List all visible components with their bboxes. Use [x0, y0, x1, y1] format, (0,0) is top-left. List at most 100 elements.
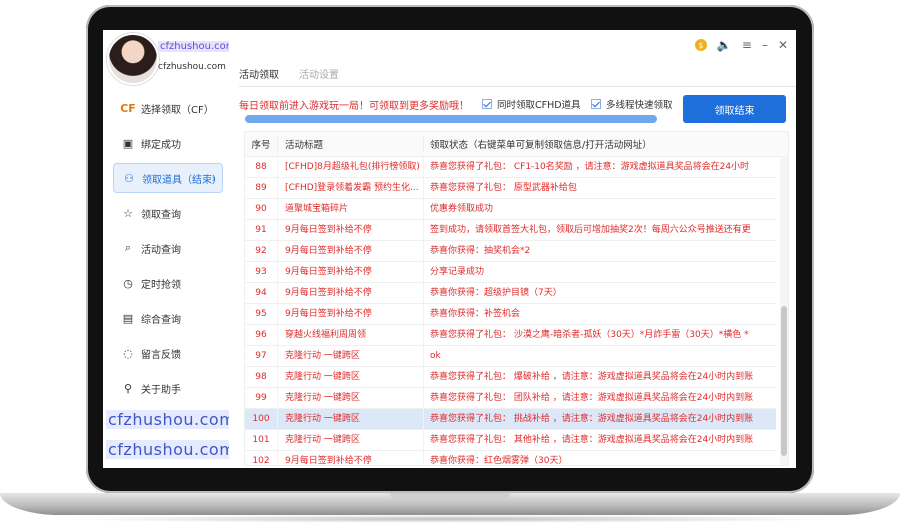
activity-query-icon: ⌕ — [124, 241, 132, 254]
table-scrollbar[interactable] — [780, 156, 788, 465]
row-status: 分享记录成功 — [423, 262, 776, 282]
sidebar-item-overall-query[interactable]: ▤ 综合查询 — [113, 303, 223, 333]
chevron-right-icon: › — [211, 171, 216, 185]
site-sub-label: cfzhushou.com — [158, 62, 226, 72]
sidebar-item-activity-query[interactable]: ⌕ 活动查询 — [113, 233, 223, 263]
volume-icon[interactable]: 🔈 — [717, 38, 732, 52]
table-row[interactable]: 98 克隆行动 一键跨区 恭喜您获得了礼包： 爆破补给 ，请注意：游戏虚拟道具奖品将… — [245, 367, 776, 388]
row-title: [CFHD]登录领着发霸 预约生化... — [277, 178, 423, 198]
checkbox-checked-icon[interactable] — [591, 99, 601, 109]
header-index[interactable]: 序号 — [245, 137, 277, 151]
site-link-sub[interactable]: cfzhushou.com⚙ — [158, 62, 236, 72]
header-title[interactable]: 活动标题 — [277, 137, 423, 151]
row-status: 恭喜你获得：补签机会 — [423, 304, 776, 324]
row-status: 恭喜您获得了礼包： 团队补给 ，请注意：游戏虚拟道具奖品将会在24小时内到账 — [423, 388, 776, 408]
menu-icon[interactable]: ≡ — [742, 38, 752, 52]
table-row[interactable]: 92 9月每日签到补给不停 恭喜你获得：抽奖机会*2 — [245, 241, 776, 262]
row-status: 恭喜您获得了礼包： 原型武器补给包 — [423, 178, 776, 198]
table-row[interactable]: 94 9月每日签到补给不停 恭喜你获得：超级护目镜（7天） — [245, 283, 776, 304]
row-status: 优惠券领取成功 — [423, 199, 776, 219]
progress-fill — [245, 115, 657, 123]
table-row[interactable]: 100 克隆行动 一键跨区 恭喜您获得了礼包： 挑战补给 ，请注意：游戏虚拟道具奖品… — [245, 409, 776, 430]
table-row[interactable]: 101 克隆行动 一键跨区 恭喜您获得了礼包： 其他补给 ，请注意：游戏虚拟道具奖品… — [245, 430, 776, 451]
checkbox-checked-icon[interactable] — [482, 99, 492, 109]
sidebar-item-label: 领取道具（结束） — [142, 174, 222, 186]
sidebar-item-label: 选择领取（CF） — [141, 104, 214, 116]
claim-end-button[interactable]: 领取结束 — [683, 95, 786, 123]
close-icon[interactable]: ✕ — [778, 38, 788, 52]
table-row[interactable]: 95 9月每日签到补给不停 恭喜你获得：补签机会 — [245, 304, 776, 325]
sidebar-item-bind[interactable]: ▣ 绑定成功 — [113, 128, 223, 158]
checkbox-label: 多线程快速领取 — [606, 100, 673, 111]
sidebar-item-feedback[interactable]: ◌ 留言反馈 — [113, 338, 223, 368]
sidebar-item-label: 关于助手 — [141, 384, 181, 396]
watermark: cfzhushou.com — [106, 440, 238, 459]
table-row[interactable]: 93 9月每日签到补给不停 分享记录成功 — [245, 262, 776, 283]
row-title: 9月每日签到补给不停 — [277, 451, 423, 465]
row-title: 9月每日签到补给不停 — [277, 262, 423, 282]
sidebar-item-select-cf[interactable]: CF 选择领取（CF） — [113, 93, 223, 123]
table-row[interactable]: 97 克隆行动 一键跨区 ok — [245, 346, 776, 367]
chat-icon: ◌ — [123, 346, 133, 360]
row-index: 95 — [255, 309, 267, 319]
table-header-wrap: 序号 活动标题 领取状态（右键菜单可复制领取信息/打开活动网址） — [245, 132, 788, 157]
tab-activity-settings[interactable]: 活动设置 — [299, 66, 339, 85]
table-row[interactable]: 102 9月每日签到补给不停 恭喜你获得：红色烟雾弹（30天） — [245, 451, 776, 466]
row-status: 恭喜你获得：超级护目镜（7天） — [423, 283, 776, 303]
site-link-main[interactable]: cfzhushou.com — [158, 41, 238, 52]
table-header: 序号 活动标题 领取状态（右键菜单可复制领取信息/打开活动网址） — [245, 132, 788, 157]
table-body: 88 [CFHD]8月超级礼包(排行榜领取) 恭喜您获得了礼包： CF1-10名奖励… — [245, 150, 776, 466]
table-row[interactable]: 88 [CFHD]8月超级礼包(排行榜领取) 恭喜您获得了礼包： CF1-10名奖励… — [245, 157, 776, 178]
row-status: 恭喜你获得：抽奖机会*2 — [423, 241, 776, 261]
laptop-shadow — [60, 515, 840, 523]
sidebar-item-about[interactable]: ⚲ 关于助手 — [113, 373, 223, 403]
coin-icon[interactable]: $ — [694, 39, 707, 51]
checkbox-sync-cfhd[interactable]: 同时领取CFHD道具 — [482, 97, 581, 111]
sidebar-item-claim-items[interactable]: ⚇ 领取道具（结束） › — [113, 163, 223, 193]
row-index: 99 — [255, 393, 267, 403]
row-title: 克隆行动 一键跨区 — [277, 346, 423, 366]
row-index: 91 — [255, 225, 267, 235]
row-index: 96 — [255, 330, 267, 340]
sidebar-item-label: 领取查询 — [141, 209, 181, 221]
minimize-icon[interactable]: – — [762, 38, 768, 52]
tab-bar: 活动领取 活动设置 — [239, 66, 339, 85]
row-title: 9月每日签到补给不停 — [277, 283, 423, 303]
window-controls: $ 🔈 ≡ – ✕ — [694, 38, 788, 52]
app-window: cfzhushou.com cfzhushou.com⚙ CF 选择领取（CF）… — [103, 30, 796, 468]
cf-logo-icon: CF — [120, 101, 136, 115]
avatar[interactable] — [107, 33, 159, 85]
row-status: ok — [423, 346, 776, 366]
sidebar: cfzhushou.com cfzhushou.com⚙ CF 选择领取（CF）… — [103, 30, 238, 468]
table-row[interactable]: 90 道聚城宝箱碎片 优惠券领取成功 — [245, 199, 776, 220]
header-status[interactable]: 领取状态（右键菜单可复制领取信息/打开活动网址） — [423, 137, 788, 151]
sidebar-item-label: 定时抢领 — [141, 279, 181, 291]
main-panel: $ 🔈 ≡ – ✕ 活动领取 活动设置 每日领取前进入游戏玩一局！可领取到更多奖… — [229, 30, 796, 468]
row-status: 恭喜您获得了礼包： CF1-10名奖励 ，请注意：游戏虚拟道具奖品将会在24小时 — [423, 157, 776, 177]
row-index: 89 — [255, 183, 267, 193]
table-row[interactable]: 91 9月每日签到补给不停 签到成功，请领取首签大礼包，领取后可增加抽奖2次！每周六… — [245, 220, 776, 241]
row-index: 88 — [255, 162, 267, 172]
user-icon: ⚲ — [123, 381, 133, 395]
table-row[interactable]: 99 克隆行动 一键跨区 恭喜您获得了礼包： 团队补给 ，请注意：游戏虚拟道具奖品将… — [245, 388, 776, 409]
checkbox-multithread[interactable]: 多线程快速领取 — [591, 97, 673, 111]
row-index: 102 — [252, 456, 270, 466]
row-status: 恭喜您获得了礼包： 爆破补给 ，请注意：游戏虚拟道具奖品将会在24小时内到账 — [423, 367, 776, 387]
scrollbar-thumb[interactable] — [781, 306, 787, 456]
row-title: 9月每日签到补给不停 — [277, 220, 423, 240]
document-icon: ▤ — [122, 311, 134, 325]
row-status: 签到成功，请领取首签大礼包，领取后可增加抽奖2次！每周六公众号推送还有更 — [423, 220, 776, 240]
row-status: 恭喜您获得了礼包： 沙漠之鹰-暗杀者-孤妖（30天）*月詐手雷（30天）*横色 … — [423, 325, 776, 345]
table-row[interactable]: 96 穿越火线福利周周领 恭喜您获得了礼包： 沙漠之鹰-暗杀者-孤妖（30天）*月詐… — [245, 325, 776, 346]
gift-icon: ⚇ — [124, 171, 134, 185]
tab-activity-claim[interactable]: 活动领取 — [239, 66, 279, 85]
sidebar-item-claim-query[interactable]: ☆ 领取查询 — [113, 198, 223, 228]
table-row[interactable]: 89 [CFHD]登录领着发霸 预约生化... 恭喜您获得了礼包： 原型武器补给包 — [245, 178, 776, 199]
row-title: 克隆行动 一键跨区 — [277, 430, 423, 450]
row-index: 90 — [255, 204, 267, 214]
row-title: 9月每日签到补给不停 — [277, 241, 423, 261]
sidebar-item-label: 综合查询 — [141, 314, 181, 326]
notice-text: 每日领取前进入游戏玩一局！可领取到更多奖励哦！ — [239, 101, 469, 112]
sidebar-item-timer[interactable]: ◷ 定时抢领 — [113, 268, 223, 298]
row-index: 93 — [255, 267, 267, 277]
